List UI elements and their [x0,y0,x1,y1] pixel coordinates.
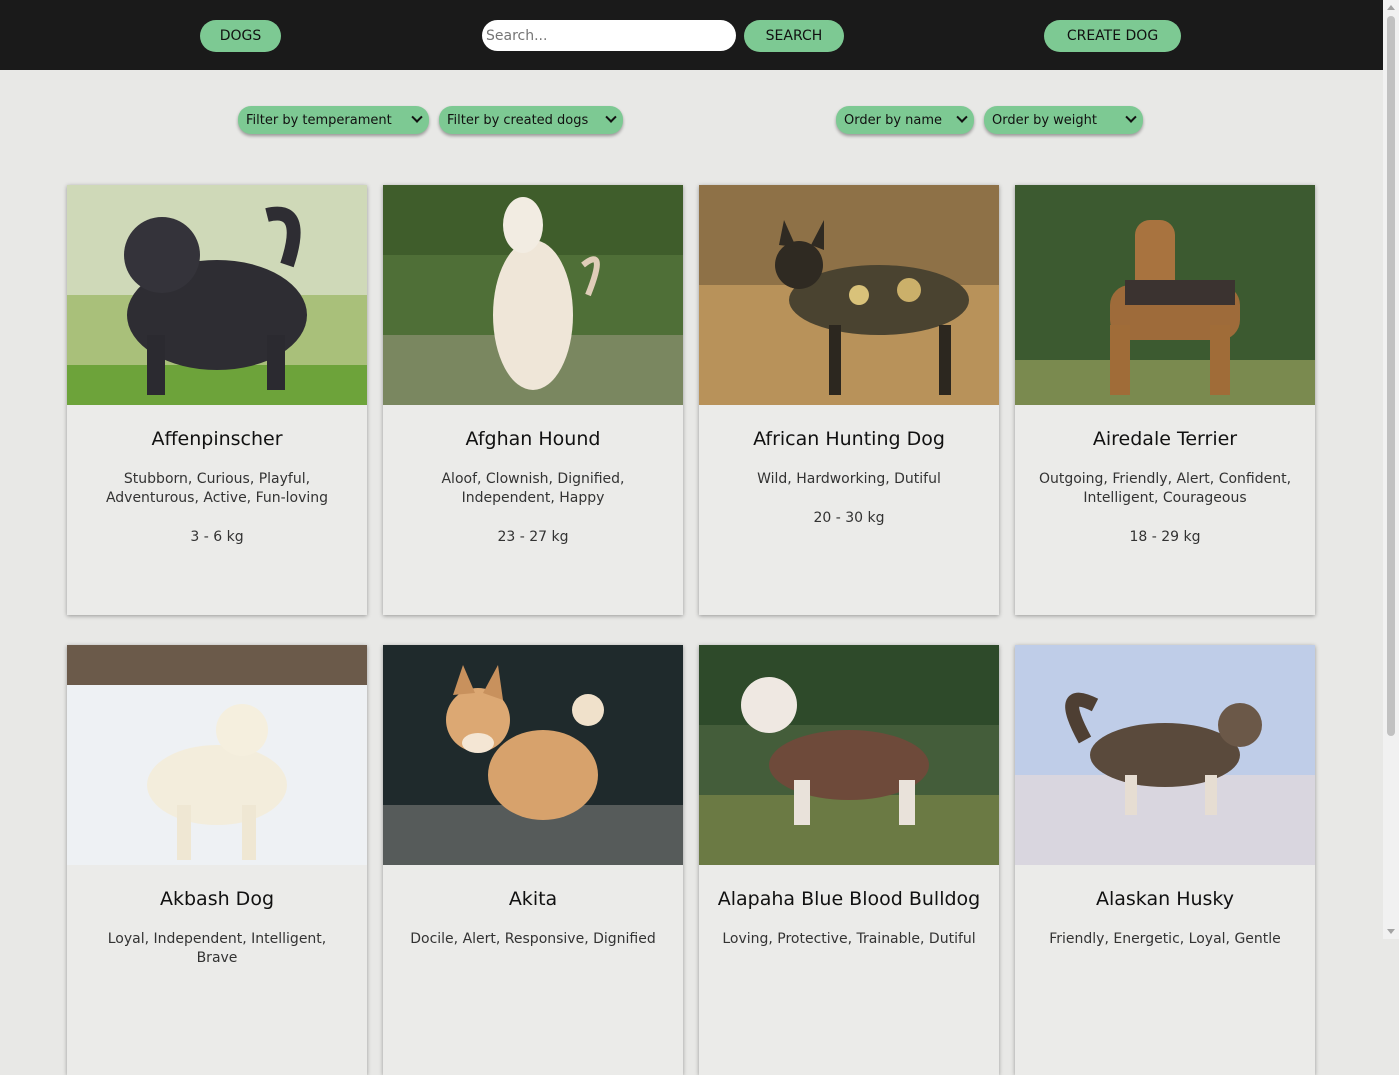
dog-photo [383,185,683,405]
scroll-down-arrow-icon[interactable] [1387,929,1395,934]
dog-weight: 23 - 27 kg [497,529,569,545]
dog-temperament: Aloof, Clownish, Dignified, Independent,… [441,471,625,506]
dog-card[interactable]: Akita Docile, Alert, Responsive, Dignifi… [383,645,683,1075]
chevron-down-icon [1125,111,1137,123]
dog-name: Akita [508,888,558,910]
dog-card[interactable]: Affenpinscher Stubborn, Curious, Playful… [67,185,367,615]
dog-photo [699,645,999,865]
dog-name: African Hunting Dog [753,428,945,450]
chevron-down-icon [411,111,423,123]
dog-temperament: Friendly, Energetic, Loyal, Gentle [1049,931,1281,947]
filter-created-label: Filter by created dogs [447,112,589,128]
dog-card[interactable]: Alapaha Blue Blood Bulldog Loving, Prote… [699,645,999,1075]
dog-card[interactable]: Alaskan Husky Friendly, Energetic, Loyal… [1015,645,1315,1075]
chevron-down-icon [956,111,968,123]
dog-name: Airedale Terrier [1092,428,1238,450]
scroll-thumb[interactable] [1387,16,1395,736]
dog-weight: 18 - 29 kg [1129,529,1201,545]
dog-temperament: Docile, Alert, Responsive, Dignified [410,931,656,947]
search-button[interactable]: SEARCH [744,20,844,52]
order-name-label: Order by name [844,112,943,128]
navbar: DOGS SEARCH CREATE DOG [0,0,1383,70]
dog-name: Alaskan Husky [1095,888,1234,910]
create-dog-button[interactable]: CREATE DOG [1044,20,1181,52]
dog-name: Affenpinscher [151,428,283,450]
dog-temperament: Loyal, Independent, Intelligent, Brave [107,931,327,966]
dog-photo [1015,185,1315,405]
dog-card[interactable]: Akbash Dog Loyal, Independent, Intellige… [67,645,367,1075]
order-weight-select[interactable]: Order by weight [984,106,1143,134]
dog-temperament: Outgoing, Friendly, Alert, Confident, In… [1038,471,1292,506]
dogs-home-button[interactable]: DOGS [200,20,281,52]
dog-photo [383,645,683,865]
dog-name: Afghan Hound [465,428,601,450]
chevron-down-icon [605,111,617,123]
dog-name: Alapaha Blue Blood Bulldog [717,888,981,910]
filter-created-select[interactable]: Filter by created dogs [439,106,623,134]
dog-temperament: Wild, Hardworking, Dutiful [757,471,941,487]
dog-card[interactable]: Airedale Terrier Outgoing, Friendly, Ale… [1015,185,1315,615]
dog-card[interactable]: Afghan Hound Aloof, Clownish, Dignified,… [383,185,683,615]
filter-temperament-select[interactable]: Filter by temperament [238,106,429,134]
dog-temperament: Stubborn, Curious, Playful, Adventurous,… [105,471,329,506]
filter-temperament-label: Filter by temperament [246,112,392,128]
page-scrollbar[interactable] [1383,0,1399,939]
order-weight-label: Order by weight [992,112,1097,128]
dog-temperament: Loving, Protective, Trainable, Dutiful [722,931,976,947]
dog-photo [67,645,367,865]
order-name-select[interactable]: Order by name [836,106,974,134]
dog-photo [67,185,367,405]
dog-photo [1015,645,1315,865]
dog-weight: 3 - 6 kg [190,529,244,545]
dog-photo [699,185,999,405]
dog-name: Akbash Dog [160,888,274,910]
scroll-up-arrow-icon[interactable] [1387,5,1395,10]
search-input[interactable] [482,20,736,51]
dog-card[interactable]: African Hunting Dog Wild, Hardworking, D… [699,185,999,615]
dog-weight: 20 - 30 kg [813,510,885,526]
